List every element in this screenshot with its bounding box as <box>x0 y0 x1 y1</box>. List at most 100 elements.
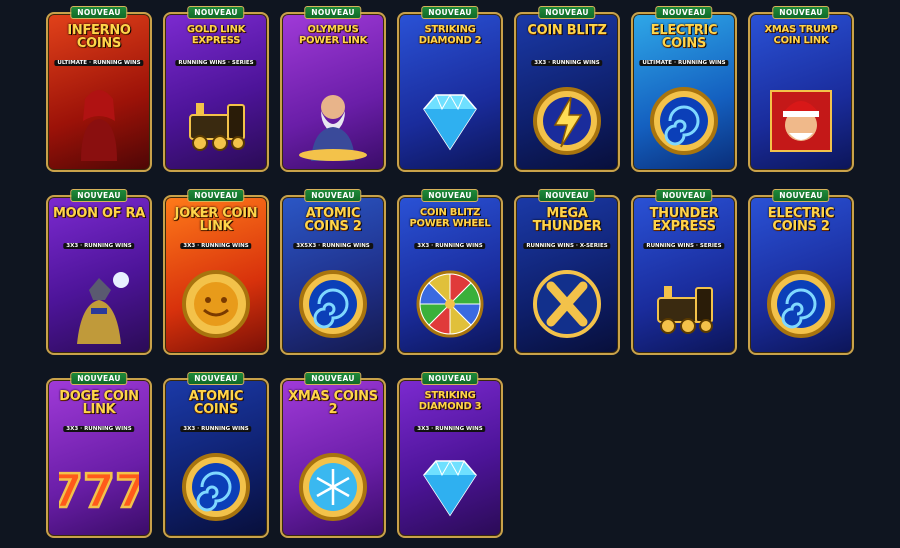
game-title: OLYMPUS POWER LINK <box>298 24 368 46</box>
game-subtitle: 3X3 · RUNNING WINS <box>180 426 252 432</box>
game-thumbnail[interactable]: ATOMIC COINS 2 3X5X3 · RUNNING WINS <box>280 195 386 355</box>
new-badge: NOUVEAU <box>187 6 245 19</box>
game-thumbnail[interactable]: JOKER COIN LINK 3X3 · RUNNING WINS <box>163 195 269 355</box>
game-title: DOGE COIN LINK <box>59 389 139 417</box>
game-subtitle: RUNNING WINS · X-SERIES <box>523 243 611 249</box>
game-tile[interactable]: ELECTRIC COINS 2 NOUVEAU <box>748 189 854 355</box>
new-badge: NOUVEAU <box>187 189 245 202</box>
game-thumbnail[interactable]: ATOMIC COINS 3X3 · RUNNING WINS <box>163 378 269 538</box>
game-thumbnail[interactable]: THUNDER EXPRESS RUNNING WINS · SERIES <box>631 195 737 355</box>
game-subtitle: 3X3 · RUNNING WINS <box>63 426 135 432</box>
game-thumbnail[interactable]: XMAS TRUMP COIN LINK <box>748 12 854 172</box>
game-tile[interactable]: DOGE COIN LINK 3X3 · RUNNING WINS 777 NOUVE… <box>46 372 152 538</box>
wheel-icon <box>399 255 501 353</box>
train-icon <box>165 72 267 170</box>
woman-figure <box>48 72 150 170</box>
game-subtitle: 3X3 · RUNNING WINS <box>180 243 252 249</box>
game-title: ATOMIC COINS <box>188 389 244 417</box>
new-badge: NOUVEAU <box>70 6 128 19</box>
game-thumbnail[interactable]: DOGE COIN LINK 3X3 · RUNNING WINS 777 <box>46 378 152 538</box>
game-title: ELECTRIC COINS 2 <box>767 206 835 234</box>
new-badge: NOUVEAU <box>772 189 830 202</box>
game-tile[interactable]: XMAS TRUMP COIN LINK NOUVEAU <box>748 6 854 172</box>
game-title: INFERNO COINS <box>67 23 131 51</box>
snow-coin-icon <box>282 438 384 536</box>
game-thumbnail[interactable]: INFERNO COINS ULTIMATE · RUNNING WINS <box>46 12 152 172</box>
game-title: STRIKING DIAMOND 3 <box>418 390 482 412</box>
game-thumbnail[interactable]: ELECTRIC COINS ULTIMATE · RUNNING WINS <box>631 12 737 172</box>
new-badge: NOUVEAU <box>70 372 128 385</box>
game-subtitle: 3X5X3 · RUNNING WINS <box>293 243 373 249</box>
train-icon <box>633 255 735 353</box>
game-title: THUNDER EXPRESS <box>649 206 719 234</box>
game-subtitle: 3X3 · RUNNING WINS <box>63 243 135 249</box>
game-thumbnail[interactable]: STRIKING DIAMOND 2 <box>397 12 503 172</box>
new-badge: NOUVEAU <box>538 6 596 19</box>
game-title: GOLD LINK EXPRESS <box>186 24 246 46</box>
ra-figure <box>48 255 150 353</box>
new-badge: NOUVEAU <box>187 372 245 385</box>
new-badge: NOUVEAU <box>655 6 713 19</box>
new-badge: NOUVEAU <box>421 372 479 385</box>
new-badge: NOUVEAU <box>421 189 479 202</box>
game-thumbnail[interactable]: XMAS COINS 2 <box>280 378 386 538</box>
game-tile[interactable]: XMAS COINS 2 NOUVEAU <box>280 372 386 538</box>
new-badge: NOUVEAU <box>304 372 362 385</box>
game-subtitle: 3X3 · RUNNING WINS <box>531 60 603 66</box>
game-tile[interactable]: COIN BLITZ 3X3 · RUNNING WINS NOUVEAU <box>514 6 620 172</box>
game-tile[interactable]: STRIKING DIAMOND 2 NOUVEAU <box>397 6 503 172</box>
game-title: MEGA THUNDER <box>532 206 602 234</box>
new-badge: NOUVEAU <box>538 189 596 202</box>
game-tile[interactable]: MEGA THUNDER RUNNING WINS · X-SERIES NOUVE… <box>514 189 620 355</box>
game-tile[interactable]: INFERNO COINS ULTIMATE · RUNNING WINS NOUV… <box>46 6 152 172</box>
game-thumbnail[interactable]: OLYMPUS POWER LINK <box>280 12 386 172</box>
new-badge: NOUVEAU <box>421 6 479 19</box>
game-title: COIN BLITZ POWER WHEEL <box>409 207 491 229</box>
vortex-coin-icon <box>750 255 852 353</box>
game-subtitle: RUNNING WINS · SERIES <box>175 60 257 66</box>
game-subtitle: ULTIMATE · RUNNING WINS <box>54 60 144 66</box>
santa-figure <box>750 72 852 170</box>
game-title: XMAS COINS 2 <box>288 389 378 417</box>
game-tile[interactable]: COIN BLITZ POWER WHEEL 3X3 · RUNNING WINS… <box>397 189 503 355</box>
new-badge: NOUVEAU <box>655 189 713 202</box>
new-badge: NOUVEAU <box>70 189 128 202</box>
game-title: STRIKING DIAMOND 2 <box>418 24 482 46</box>
new-badge: NOUVEAU <box>304 189 362 202</box>
game-thumbnail[interactable]: MEGA THUNDER RUNNING WINS · X-SERIES <box>514 195 620 355</box>
game-tile[interactable]: THUNDER EXPRESS RUNNING WINS · SERIES NOUV… <box>631 189 737 355</box>
game-tile[interactable]: ATOMIC COINS 3X3 · RUNNING WINS NOUVEAU <box>163 372 269 538</box>
vortex-coin-icon <box>165 438 267 536</box>
game-title: COIN BLITZ <box>527 23 607 38</box>
game-tile[interactable]: ELECTRIC COINS ULTIMATE · RUNNING WINS NOU… <box>631 6 737 172</box>
lightning-coin-icon <box>516 72 618 170</box>
diamond-icon <box>399 438 501 536</box>
game-subtitle: 3X3 · RUNNING WINS <box>414 426 486 432</box>
game-thumbnail[interactable]: COIN BLITZ 3X3 · RUNNING WINS <box>514 12 620 172</box>
game-thumbnail[interactable]: MOON OF RA 3X3 · RUNNING WINS <box>46 195 152 355</box>
game-subtitle: ULTIMATE · RUNNING WINS <box>639 60 729 66</box>
seven-icon: 777 <box>48 438 150 536</box>
joker-coin-icon <box>165 255 267 353</box>
game-title: XMAS TRUMP COIN LINK <box>764 24 838 46</box>
vortex-coin-icon <box>633 72 735 170</box>
game-tile[interactable]: OLYMPUS POWER LINK NOUVEAU <box>280 6 386 172</box>
game-tile[interactable]: MOON OF RA 3X3 · RUNNING WINS NOUVEAU <box>46 189 152 355</box>
game-tile[interactable]: GOLD LINK EXPRESS RUNNING WINS · SERIES NO… <box>163 6 269 172</box>
game-thumbnail[interactable]: ELECTRIC COINS 2 <box>748 195 854 355</box>
game-thumbnail[interactable]: GOLD LINK EXPRESS RUNNING WINS · SERIES <box>163 12 269 172</box>
game-tile[interactable]: ATOMIC COINS 2 3X5X3 · RUNNING WINS NOUVEA… <box>280 189 386 355</box>
game-thumbnail[interactable]: STRIKING DIAMOND 3 3X3 · RUNNING WINS <box>397 378 503 538</box>
x-coin-icon <box>516 255 618 353</box>
game-subtitle: 3X3 · RUNNING WINS <box>414 243 486 249</box>
diamond-icon <box>399 72 501 170</box>
game-subtitle: RUNNING WINS · SERIES <box>643 243 725 249</box>
game-thumbnail[interactable]: COIN BLITZ POWER WHEEL 3X3 · RUNNING WINS <box>397 195 503 355</box>
new-badge: NOUVEAU <box>772 6 830 19</box>
vortex-coin-icon <box>282 255 384 353</box>
game-title: JOKER COIN LINK <box>174 206 258 234</box>
game-grid: INFERNO COINS ULTIMATE · RUNNING WINS NOUV… <box>46 6 856 538</box>
game-tile[interactable]: STRIKING DIAMOND 3 3X3 · RUNNING WINS NOUV… <box>397 372 503 538</box>
new-badge: NOUVEAU <box>304 6 362 19</box>
game-tile[interactable]: JOKER COIN LINK 3X3 · RUNNING WINS NOUVEAU <box>163 189 269 355</box>
